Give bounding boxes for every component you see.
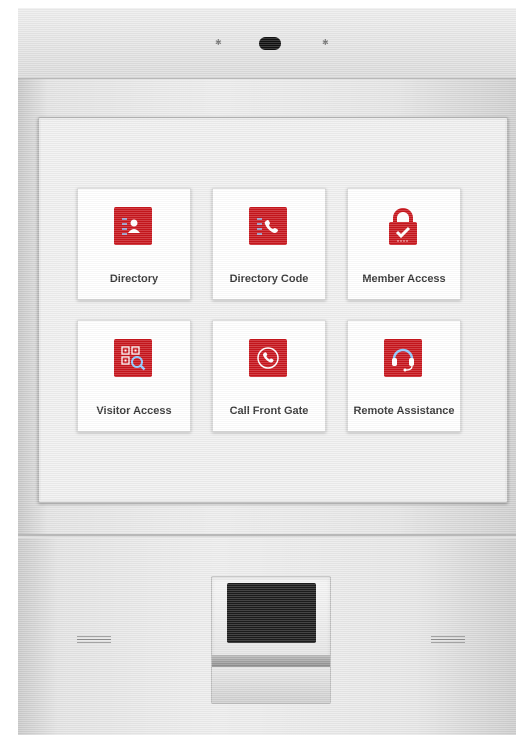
tile-label: Member Access — [362, 273, 446, 285]
phone-book-icon — [249, 207, 287, 245]
tile-directory-code[interactable]: Directory Code — [212, 188, 326, 300]
top-bezel: ✱ ✱ — [18, 8, 516, 79]
touchscreen-frame: Directory Directory Code Member Access V… — [38, 117, 508, 503]
headset-icon — [384, 339, 422, 377]
reader-slot — [212, 655, 330, 667]
reader-chin — [212, 667, 330, 703]
intercom-device: ✱ ✱ Directory Directory Code Member Acce… — [18, 8, 516, 735]
led-indicator-right: ✱ — [322, 38, 329, 47]
reader-window — [227, 583, 316, 643]
card-reader[interactable] — [211, 576, 331, 704]
contact-book-icon — [114, 207, 152, 245]
tile-label: Visitor Access — [96, 405, 172, 417]
speaker-grille-right — [431, 636, 465, 645]
camera-icon — [259, 37, 281, 50]
tile-call-front-gate[interactable]: Call Front Gate — [212, 320, 326, 432]
led-indicator-left: ✱ — [215, 38, 222, 47]
speaker-grille-left — [77, 636, 111, 645]
padlock-check-icon — [384, 207, 422, 245]
tile-label: Directory Code — [229, 273, 309, 285]
tile-remote-assistance[interactable]: Remote Assistance — [347, 320, 461, 432]
phone-call-icon — [249, 339, 287, 377]
tile-member-access[interactable]: Member Access — [347, 188, 461, 300]
touchscreen: Directory Directory Code Member Access V… — [41, 120, 505, 500]
tile-label: Call Front Gate — [229, 405, 309, 417]
tile-visitor-access[interactable]: Visitor Access — [77, 320, 191, 432]
tile-directory[interactable]: Directory — [77, 188, 191, 300]
tile-label: Directory — [109, 273, 159, 285]
qr-code-search-icon — [114, 339, 152, 377]
tile-label: Remote Assistance — [353, 405, 455, 417]
